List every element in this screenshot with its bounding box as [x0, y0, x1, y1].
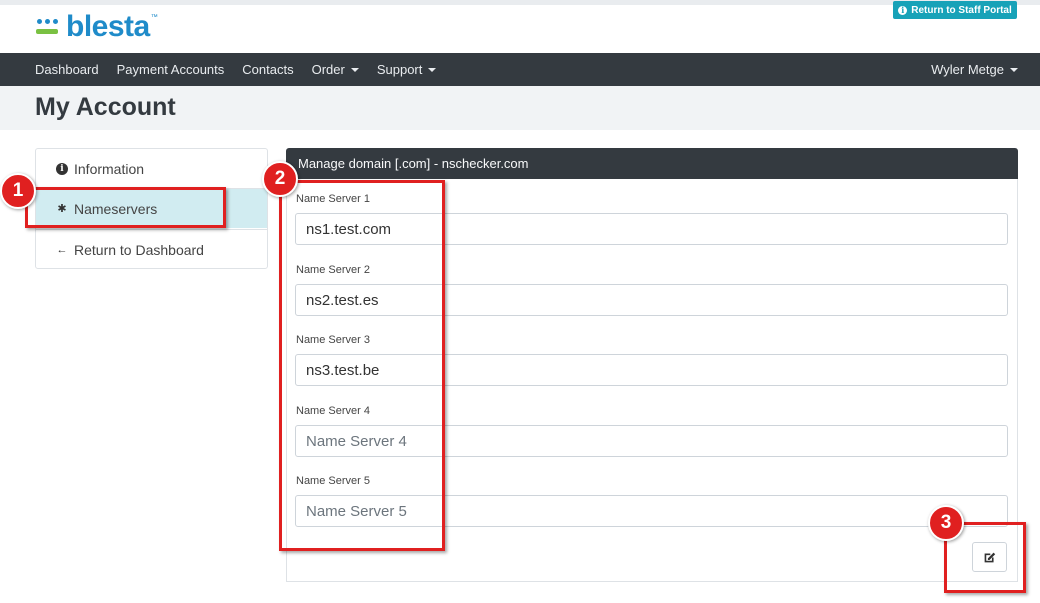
nav-order-dropdown[interactable]: Order	[312, 62, 359, 77]
step-badge-2: 2	[262, 161, 298, 197]
nav-payment-accounts-label: Payment Accounts	[116, 62, 225, 77]
nav-payment-accounts[interactable]: Payment Accounts	[117, 62, 225, 77]
chevron-down-icon	[428, 67, 437, 72]
main-navbar: Dashboard Payment Accounts Contacts Orde…	[0, 53, 1040, 86]
nav-contacts[interactable]: Contacts	[242, 62, 293, 77]
nav-support-dropdown[interactable]: Support	[377, 62, 437, 77]
highlight-box-2	[279, 180, 445, 551]
nav-support-label: Support	[376, 62, 423, 77]
page: blesta ™ i Return to Staff Portal Dashbo…	[0, 0, 1040, 603]
user-name: Wyler Metge	[931, 62, 1004, 77]
panel-title: Manage domain [.com] - nschecker.com	[298, 156, 529, 171]
sidebar-item-return-to-dashboard[interactable]: ← Return to Dashboard	[36, 229, 267, 269]
staff-portal-label: Return to Staff Portal	[911, 4, 1012, 16]
top-strip	[0, 0, 1040, 5]
highlight-box-1	[25, 187, 226, 228]
chevron-down-icon	[350, 67, 359, 72]
logo-trademark: ™	[150, 14, 158, 21]
sidebar-item-information[interactable]: i Information	[36, 149, 267, 189]
sidebar-item-label: Information	[74, 161, 145, 177]
info-icon: i	[898, 5, 908, 15]
nav-order-label: Order	[311, 62, 345, 77]
nav-dashboard[interactable]: Dashboard	[35, 62, 99, 77]
page-title: My Account	[35, 93, 176, 121]
logo-mark-icon	[34, 16, 64, 38]
blesta-logo[interactable]: blesta ™	[34, 10, 158, 44]
chevron-down-icon	[1010, 67, 1018, 72]
logo-text: blesta	[66, 10, 150, 43]
nav-dashboard-label: Dashboard	[35, 62, 99, 77]
panel-header: Manage domain [.com] - nschecker.com	[286, 148, 1018, 179]
step-badge-3: 3	[928, 505, 964, 541]
arrow-left-icon: ←	[56, 243, 68, 256]
return-to-staff-portal-button[interactable]: i Return to Staff Portal	[893, 1, 1017, 19]
info-circle-icon: i	[56, 163, 68, 175]
sidebar-item-label: Return to Dashboard	[74, 241, 204, 258]
nav-contacts-label: Contacts	[242, 62, 294, 77]
user-menu-dropdown[interactable]: Wyler Metge	[931, 53, 1018, 86]
step-badge-1: 1	[0, 173, 36, 209]
